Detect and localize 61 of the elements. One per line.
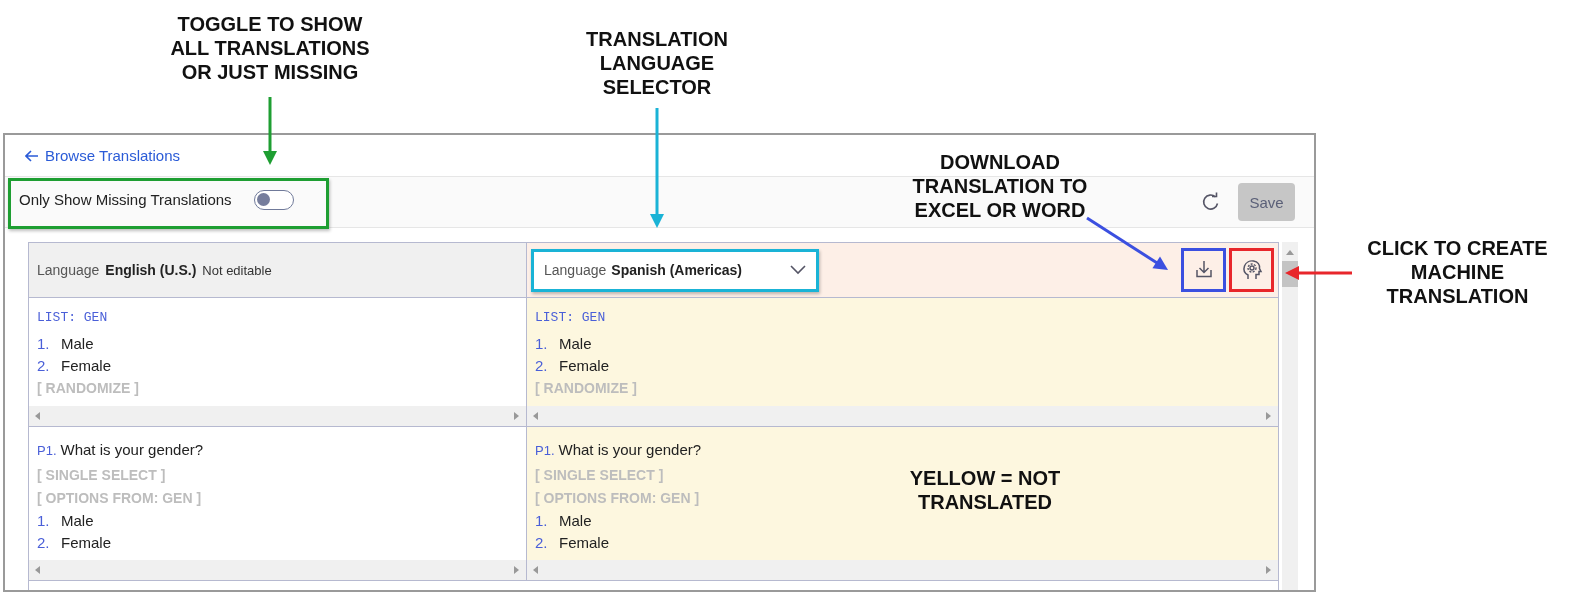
callout-arrow xyxy=(1285,266,1352,280)
instruction-tag: [ RANDOMIZE ] xyxy=(535,380,637,396)
scroll-up-icon[interactable] xyxy=(1286,250,1294,256)
option-text: Female xyxy=(61,534,112,551)
option-text: Female xyxy=(559,534,610,551)
annotation-text: YELLOW = NOT TRANSLATED xyxy=(908,466,1062,514)
option-number: 1. xyxy=(37,511,51,531)
option-number: 2. xyxy=(535,533,549,553)
option-text: Male xyxy=(559,335,592,352)
vertical-scrollbar[interactable] xyxy=(1282,242,1298,590)
horizontal-scrollbar[interactable] xyxy=(29,560,526,580)
option-text: Female xyxy=(559,357,610,374)
option-number: 1. xyxy=(37,334,51,354)
language-dropdown[interactable]: Language Spanish (Americas) xyxy=(531,248,819,292)
annotation-text: DOWNLOAD TRANSLATION TO EXCEL OR WORD xyxy=(911,150,1089,222)
scroll-left-icon[interactable] xyxy=(533,412,539,420)
arrow-left-icon xyxy=(25,149,39,162)
not-editable-note: Not editable xyxy=(202,262,272,278)
head-gear-icon xyxy=(1240,259,1263,281)
list-label: LIST: GEN xyxy=(37,310,109,325)
instruction-tag: [ OPTIONS FROM: GEN ] xyxy=(37,490,202,506)
option-number: 1. xyxy=(535,334,549,354)
scroll-right-icon[interactable] xyxy=(514,566,520,574)
scroll-left-icon[interactable] xyxy=(35,566,41,574)
instruction-tag: [ SINGLE SELECT ] xyxy=(37,467,166,483)
option-text: Female xyxy=(61,357,112,374)
horizontal-scrollbar[interactable] xyxy=(527,406,1278,426)
scroll-left-icon[interactable] xyxy=(533,566,539,574)
scroll-right-icon[interactable] xyxy=(1266,412,1272,420)
instruction-tag: [ SINGLE SELECT ] xyxy=(535,467,664,483)
question-text: What is your gender? xyxy=(558,441,702,458)
option-text: Male xyxy=(61,512,94,529)
toggle-switch[interactable] xyxy=(253,189,294,210)
scroll-right-icon[interactable] xyxy=(514,412,520,420)
scroll-left-icon[interactable] xyxy=(35,412,41,420)
source-language-name: English (U.S.) xyxy=(105,262,197,278)
horizontal-scrollbar[interactable] xyxy=(527,560,1278,580)
question-text: What is your gender? xyxy=(60,441,204,458)
horizontal-scrollbar[interactable] xyxy=(29,406,526,426)
option-number: 2. xyxy=(37,533,51,553)
scroll-right-icon[interactable] xyxy=(1266,566,1272,574)
option-text: Male xyxy=(559,512,592,529)
language-label: Language xyxy=(37,262,100,278)
toggle-label: Only Show Missing Translations xyxy=(19,191,232,208)
option-number: 2. xyxy=(37,356,51,376)
download-button[interactable] xyxy=(1181,248,1226,292)
question-number: P1. xyxy=(37,443,57,458)
option-number: 1. xyxy=(535,511,549,531)
option-number: 2. xyxy=(535,356,549,376)
callout-arrow xyxy=(263,97,277,165)
list-label: LIST: GEN xyxy=(535,310,607,325)
instruction-tag: [ RANDOMIZE ] xyxy=(37,380,139,396)
machine-translate-button[interactable] xyxy=(1229,248,1274,292)
instruction-tag: [ OPTIONS FROM: GEN ] xyxy=(535,490,700,506)
annotation-text: CLICK TO CREATE MACHINE TRANSLATION xyxy=(1366,236,1549,308)
question-number: P1. xyxy=(535,443,555,458)
chevron-down-icon xyxy=(790,265,806,275)
option-text: Male xyxy=(61,335,94,352)
back-link[interactable]: Browse Translations xyxy=(25,147,181,164)
annotation-text: TRANSLATION LANGUAGE SELECTOR xyxy=(585,27,729,99)
annotation-text: TOGGLE TO SHOW ALL TRANSLATIONS OR JUST MISSING xyxy=(169,12,371,84)
